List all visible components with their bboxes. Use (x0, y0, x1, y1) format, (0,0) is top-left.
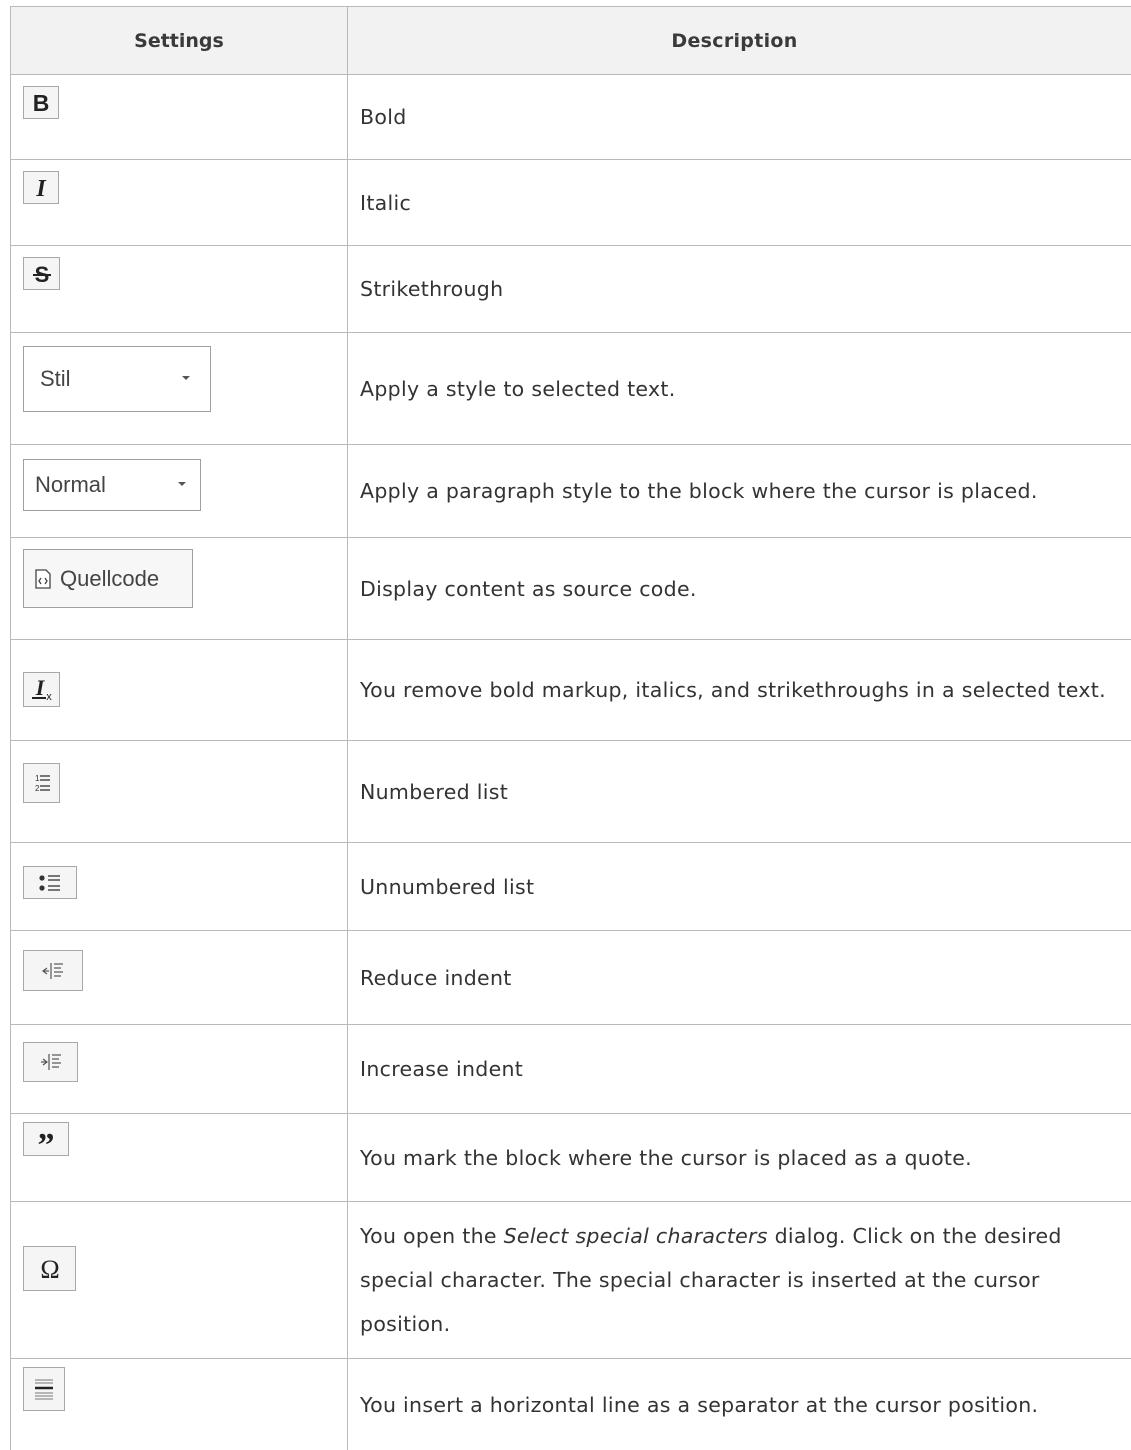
row-description: You remove bold markup, italics, and str… (360, 678, 1106, 702)
indent-icon[interactable] (23, 1042, 78, 1082)
table-row: Ω You open the Select special characters… (10, 1201, 1131, 1358)
table-row: You insert a horizontal line as a separa… (10, 1358, 1131, 1450)
row-description: Italic (360, 190, 412, 215)
svg-text:”: ” (38, 1129, 55, 1149)
numbered-list-icon[interactable]: 12 (23, 763, 60, 803)
row-description: Bold (360, 105, 407, 129)
table-row: ” You mark the block where the cursor is… (10, 1113, 1131, 1201)
format-dropdown-label: Normal (35, 472, 106, 497)
row-description: Unnumbered list (360, 874, 535, 899)
outdent-icon[interactable] (23, 950, 83, 991)
svg-text:Ω: Ω (40, 1255, 59, 1283)
row-description: You mark the block where the cursor is p… (360, 1145, 972, 1170)
table-header-row: Settings Description (10, 6, 1131, 74)
remove-format-icon[interactable]: Ix (23, 672, 60, 707)
format-dropdown[interactable]: Normal (23, 459, 201, 511)
horizontal-line-icon[interactable] (23, 1367, 65, 1411)
svg-text:2: 2 (35, 784, 40, 793)
bulleted-list-icon[interactable] (23, 866, 77, 899)
header-description: Description (671, 29, 798, 52)
svg-text:1: 1 (35, 774, 40, 783)
table-row: 12 Numbered list (10, 740, 1131, 842)
source-code-button[interactable]: Quellcode (23, 549, 193, 608)
svg-text:x: x (46, 691, 52, 703)
row-description: Increase indent (360, 1057, 524, 1081)
row-description: Apply a paragraph style to the block whe… (360, 479, 1038, 503)
row-description: You open the Select special characters d… (348, 1202, 1131, 1358)
chevron-down-icon (182, 376, 190, 380)
table-row: Stil Apply a style to selected text. (10, 332, 1131, 444)
row-description: Apply a style to selected text. (360, 376, 676, 401)
svg-text:I: I (35, 176, 47, 200)
source-code-icon (34, 568, 52, 589)
bold-icon[interactable]: B (23, 86, 59, 119)
special-char-icon[interactable]: Ω (23, 1246, 76, 1291)
chevron-down-icon (178, 482, 186, 486)
strikethrough-icon[interactable]: S (23, 257, 60, 290)
blockquote-icon[interactable]: ” (23, 1122, 69, 1156)
table-row: Quellcode Display content as source code… (10, 537, 1131, 639)
settings-table: Settings Description B Bold I Italic S S… (10, 6, 1131, 1450)
table-row: S Strikethrough (10, 245, 1131, 332)
table-row: Reduce indent (10, 930, 1131, 1024)
row-description: Strikethrough (360, 277, 504, 301)
header-settings: Settings (10, 7, 348, 74)
source-code-label: Quellcode (60, 565, 160, 591)
svg-text:B: B (33, 91, 50, 115)
table-row: Unnumbered list (10, 842, 1131, 930)
italic-icon[interactable]: I (23, 171, 59, 204)
style-dropdown[interactable]: Stil (23, 346, 211, 412)
description-text: You open the (360, 1224, 504, 1248)
row-description: Display content as source code. (360, 576, 697, 601)
table-row: Normal Apply a paragraph style to the bl… (10, 444, 1131, 537)
table-row: Ix You remove bold markup, italics, and … (10, 639, 1131, 740)
table-row: I Italic (10, 159, 1131, 245)
table-row: Increase indent (10, 1024, 1131, 1113)
row-description: You insert a horizontal line as a separa… (360, 1392, 1039, 1417)
svg-text:I: I (34, 677, 45, 700)
row-description: Reduce indent (360, 965, 512, 990)
style-dropdown-label: Stil (40, 366, 71, 391)
row-description: Numbered list (360, 779, 509, 804)
dialog-name: Select special characters (503, 1224, 768, 1248)
table-row: B Bold (10, 74, 1131, 159)
